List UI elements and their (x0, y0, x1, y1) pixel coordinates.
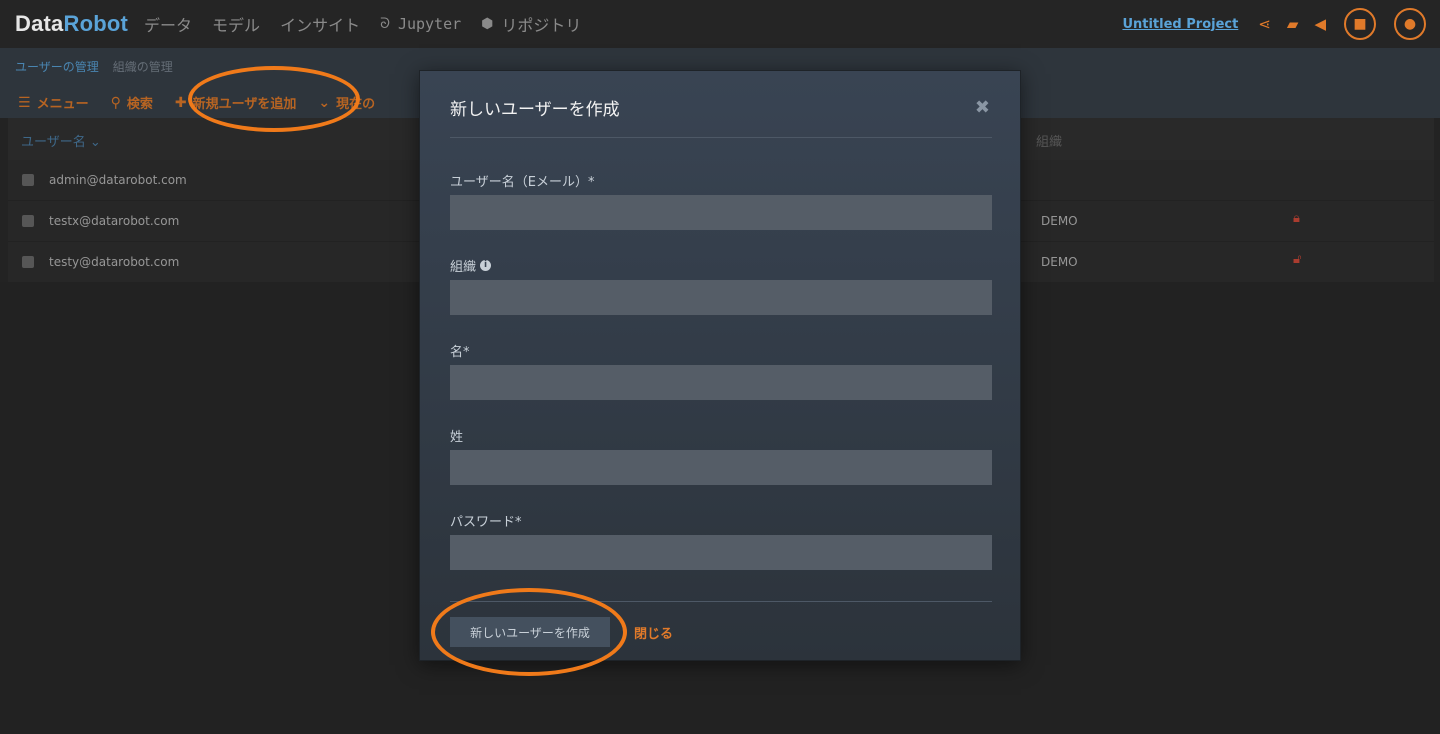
close-modal-link[interactable]: 閉じる (634, 623, 673, 642)
first-name-field[interactable] (450, 365, 992, 400)
megaphone-icon[interactable]: ◀ (1314, 15, 1326, 33)
logo-text-data: Data (15, 11, 64, 36)
user-account-button[interactable]: ● (1394, 8, 1426, 40)
modal-divider-top (450, 137, 992, 138)
nav-item-label: インサイト (280, 16, 361, 35)
nav-item-repository[interactable]: ⬢ リポジトリ (481, 12, 581, 36)
right-tools: Untitled Project ⋖ ▰ ◀ ■ ● (1122, 0, 1426, 48)
nav-item-models[interactable]: モデル (212, 12, 260, 36)
nav-item-data[interactable]: データ (144, 12, 192, 36)
top-navbar: DataRobot データ モデル インサイト ᘐ Jupyter ⬢ リポジトリ … (0, 0, 1440, 48)
last-name-field-label: 姓 (450, 430, 464, 445)
nav-item-jupyter[interactable]: ᘐ Jupyter (380, 15, 461, 33)
project-name-link[interactable]: Untitled Project (1122, 17, 1238, 32)
folder-button[interactable]: ■ (1344, 8, 1376, 40)
password-field[interactable] (450, 535, 992, 570)
close-icon[interactable]: ✖ (975, 97, 990, 118)
folder-icon: ■ (1353, 16, 1367, 32)
nav-item-label: リポジトリ (501, 16, 582, 35)
logo-text-robot: Robot (63, 11, 129, 36)
email-field-label: ユーザー名（Eメール）* (450, 175, 595, 190)
first-name-field-label: 名* (450, 345, 470, 360)
info-icon[interactable]: i (480, 260, 492, 271)
user-icon: ● (1403, 16, 1417, 32)
org-field[interactable] (450, 280, 992, 315)
main-nav: データ モデル インサイト ᘐ Jupyter ⬢ リポジトリ (144, 12, 601, 36)
modal-title: 新しいユーザーを作成 (450, 100, 620, 120)
nav-item-insights[interactable]: インサイト (280, 12, 360, 36)
nav-item-label: データ (144, 16, 193, 35)
nav-item-label: Jupyter (397, 15, 462, 33)
email-field[interactable] (450, 195, 992, 230)
create-user-modal: 新しいユーザーを作成 ✖ ユーザー名（Eメール）* 組織 i 名* 姓 パスワード… (419, 70, 1021, 661)
datarobot-logo[interactable]: DataRobot (15, 11, 128, 37)
jupyter-icon: ᘐ (380, 16, 390, 32)
share-icon[interactable]: ⋖ (1258, 15, 1271, 33)
create-user-button[interactable]: 新しいユーザーを作成 (450, 617, 610, 647)
password-field-label: パスワード* (450, 515, 522, 530)
cube-icon: ⬢ (481, 16, 494, 32)
nav-item-label: モデル (212, 16, 261, 35)
org-field-label-text: 組織 (450, 260, 477, 275)
book-icon[interactable]: ▰ (1287, 15, 1299, 33)
last-name-field[interactable] (450, 450, 992, 485)
org-field-label: 組織 i (450, 256, 492, 275)
modal-divider-bottom (450, 601, 992, 602)
